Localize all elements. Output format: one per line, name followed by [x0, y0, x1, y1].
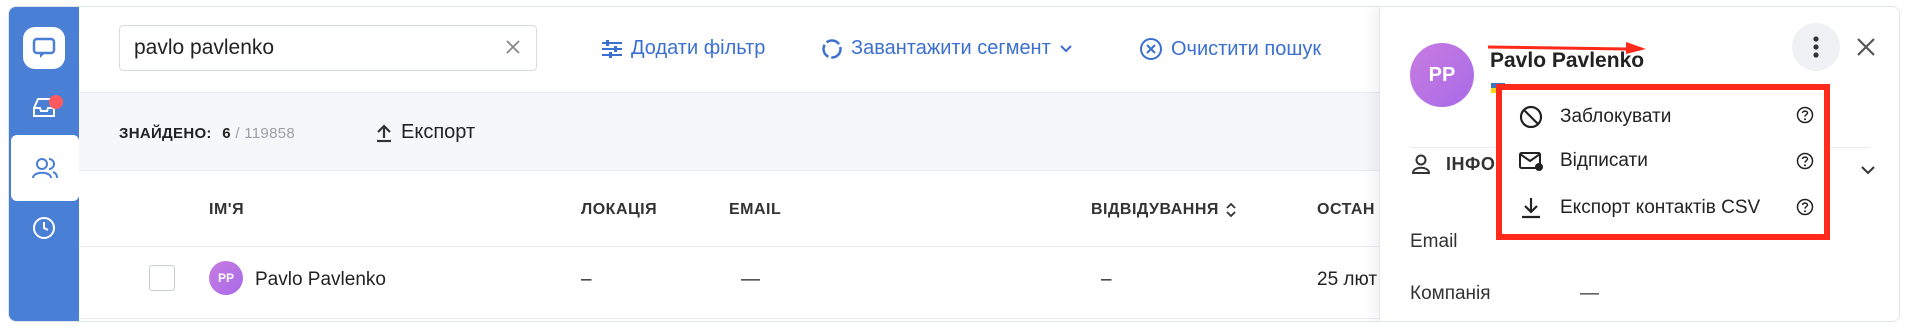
column-name[interactable]: ІМ'Я: [209, 201, 244, 219]
block-icon: [1518, 104, 1544, 130]
add-filter-button[interactable]: Додати фільтр: [601, 37, 765, 60]
close-panel-button[interactable]: [1850, 31, 1882, 63]
add-filter-label: Додати фільтр: [631, 37, 766, 59]
export-label: Експорт: [401, 121, 476, 143]
menu-item-block[interactable]: Заблокувати: [1518, 104, 1814, 130]
avatar: PP: [209, 261, 243, 295]
sidebar-item-contacts[interactable]: [11, 135, 79, 201]
clear-search-button[interactable]: Очистити пошук: [1139, 37, 1321, 61]
row-location: –: [581, 269, 592, 290]
sidebar: [9, 7, 79, 321]
total-count: 119858: [244, 125, 296, 142]
upload-icon: [375, 123, 393, 143]
column-location[interactable]: ЛОКАЦІЯ: [581, 201, 657, 219]
column-email[interactable]: EMAIL: [729, 201, 781, 219]
download-icon: [1518, 196, 1544, 220]
row-email: —: [741, 269, 760, 290]
search-input[interactable]: pavlo pavlenko: [119, 25, 537, 71]
field-label-email: Email: [1410, 231, 1458, 252]
menu-item-export-csv-label: Експорт контактів CSV: [1560, 197, 1761, 218]
sort-icon: [1225, 202, 1237, 218]
contacts-main: pavlo pavlenko Додати фільтр Завантажити…: [79, 7, 1379, 321]
export-button[interactable]: Експорт: [375, 121, 475, 144]
load-segment-button[interactable]: Завантажити сегмент: [821, 37, 1073, 60]
help-icon[interactable]: [1796, 198, 1814, 216]
close-circle-icon: [1139, 37, 1163, 61]
found-count: 6: [222, 125, 231, 142]
chat-logo-icon[interactable]: [23, 27, 65, 69]
filter-sliders-icon: [601, 39, 623, 59]
menu-item-unsubscribe-label: Відписати: [1560, 150, 1648, 171]
help-icon[interactable]: [1796, 152, 1814, 170]
users-icon: [31, 156, 59, 180]
column-visits-label: ВІДВІДУВАННЯ: [1091, 201, 1219, 218]
chevron-down-icon: [1059, 44, 1073, 54]
row-visits: –: [1101, 269, 1112, 290]
info-section-header[interactable]: ІНФО: [1410, 153, 1495, 175]
menu-item-block-label: Заблокувати: [1560, 106, 1672, 127]
sidebar-item-history[interactable]: [9, 195, 79, 261]
field-label-company: Компанія: [1410, 283, 1491, 304]
menu-item-unsubscribe[interactable]: Відписати: [1518, 150, 1814, 172]
chevron-down-icon[interactable]: [1860, 165, 1876, 175]
contact-avatar: PP: [1410, 43, 1474, 107]
table-header: ІМ'Я ЛОКАЦІЯ EMAIL ВІДВІДУВАННЯ ОСТАН: [79, 171, 1379, 247]
sidebar-item-inbox[interactable]: [9, 75, 79, 141]
more-options-button[interactable]: [1792, 23, 1840, 71]
notification-badge: [49, 95, 63, 109]
count-separator: /: [235, 125, 240, 142]
clear-search-icon[interactable]: [504, 38, 522, 56]
contact-actions-menu: Заблокувати Відписати Експорт контактів …: [1496, 84, 1830, 240]
found-label: ЗНАЙДЕНО:: [119, 125, 212, 142]
field-value-company[interactable]: —: [1580, 283, 1599, 305]
load-segment-label: Завантажити сегмент: [851, 37, 1051, 59]
results-count: ЗНАЙДЕНО: 6 / 119858: [119, 125, 295, 142]
segment-icon: [821, 38, 843, 60]
clear-search-label: Очистити пошук: [1171, 37, 1322, 60]
menu-item-export-csv[interactable]: Експорт контактів CSV: [1518, 196, 1814, 220]
info-section-label: ІНФО: [1446, 153, 1496, 174]
more-vertical-icon: [1813, 36, 1819, 58]
clock-icon: [32, 216, 56, 240]
toolbar: pavlo pavlenko Додати фільтр Завантажити…: [79, 7, 1379, 93]
user-icon: [1410, 153, 1432, 175]
row-checkbox[interactable]: [149, 265, 175, 291]
results-bar: ЗНАЙДЕНО: 6 / 119858 Експорт: [79, 93, 1379, 171]
row-last: 25 лют: [1317, 269, 1378, 290]
help-icon[interactable]: [1796, 106, 1814, 124]
unsubscribe-mail-icon: [1518, 150, 1544, 172]
row-name: Pavlo Pavlenko: [255, 269, 386, 290]
annotation-arrow-icon: [1488, 42, 1646, 54]
column-last[interactable]: ОСТАН: [1317, 201, 1375, 219]
search-value: pavlo pavlenko: [134, 36, 275, 59]
table-row[interactable]: PP Pavlo Pavlenko – — – 25 лют: [79, 247, 1379, 319]
close-icon: [1855, 36, 1877, 58]
column-visits[interactable]: ВІДВІДУВАННЯ: [1091, 201, 1237, 219]
